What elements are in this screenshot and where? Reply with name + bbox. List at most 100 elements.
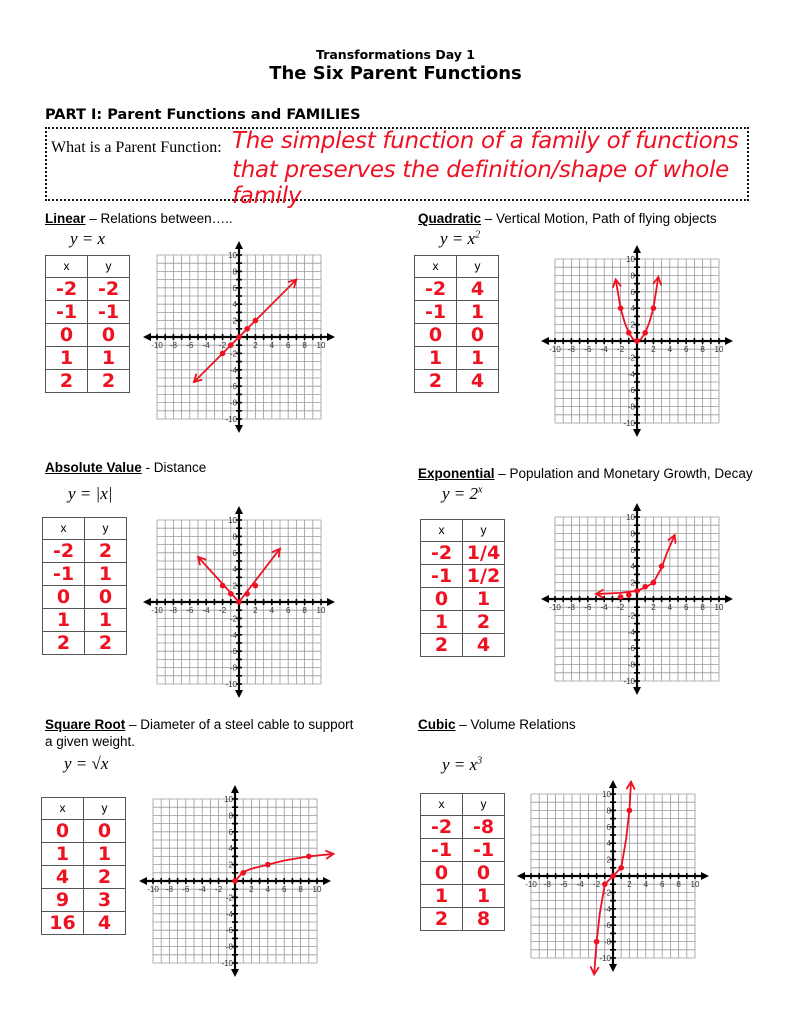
y-tick-label: 4 — [233, 565, 238, 574]
cell-x: 1 — [420, 883, 463, 908]
y-axis-arrow-down-icon — [633, 687, 641, 695]
cell-y: 2 — [84, 538, 127, 563]
cell-y: 4 — [83, 910, 126, 935]
graph-absolute-value: -10 -8 -6 -4 -2 2 4 6 8 10 10 8 6 4 2 -2 -4 -6 -8 -10 — [143, 506, 335, 698]
x-axis-arrow-left-icon — [541, 337, 549, 345]
plotted-point — [634, 588, 640, 594]
section-description: - Distance — [141, 460, 207, 475]
x-tick-label: 2 — [651, 345, 656, 354]
y-tick-label: -6 — [628, 644, 636, 653]
cell-x: 0 — [414, 322, 457, 347]
value-table-square-root: x y 0 0 1 1 4 2 9 3 16 4 — [41, 797, 126, 935]
x-tick-label: -6 — [186, 606, 194, 615]
cell-y: 3 — [83, 887, 126, 912]
x-tick-label: 4 — [270, 606, 275, 615]
x-tick-label: -8 — [544, 880, 552, 889]
table-row: -1 1/2 — [420, 563, 505, 588]
plotted-point — [650, 579, 657, 586]
y-tick-label: 10 — [602, 790, 611, 799]
equation-text: y = √x — [64, 754, 109, 773]
x-tick-label: 4 — [270, 341, 275, 350]
cell-y: -1 — [462, 837, 505, 862]
section-name: Absolute Value — [45, 460, 142, 475]
y-tick-label: 2 — [233, 317, 238, 326]
cell-x: 0 — [420, 586, 463, 611]
x-tick-label: 8 — [700, 345, 705, 354]
x-tick-label: -4 — [601, 345, 609, 354]
table-row: -1 1 — [42, 561, 127, 586]
definition-answer-line-2: that preserves the definition/shape of w… — [232, 157, 729, 209]
cell-x: 9 — [41, 887, 84, 912]
column-header-y: y — [462, 793, 505, 816]
x-tick-label: 8 — [298, 885, 303, 894]
plotted-point — [306, 853, 312, 860]
table-row: 00 — [420, 860, 505, 885]
table-row: 11 — [45, 345, 130, 370]
plotted-point — [617, 305, 624, 311]
x-tick-label: -10 — [151, 341, 163, 350]
y-tick-label: 2 — [233, 582, 238, 591]
y-tick-label: 8 — [233, 267, 238, 276]
x-tick-label: 2 — [651, 603, 656, 612]
definition-answer-line-1: The simplest function of a family of fun… — [232, 128, 739, 154]
column-header-x: x — [420, 519, 463, 542]
x-tick-label: -8 — [170, 606, 178, 615]
table-row: -1 -1 — [45, 299, 130, 324]
cell-y: 1/2 — [462, 563, 505, 588]
x-tick-label: 6 — [282, 885, 287, 894]
table-row: -1 -1 — [420, 837, 505, 862]
y-tick-label: -2 — [628, 353, 636, 362]
y-tick-label: -10 — [623, 419, 635, 428]
cell-x: 2 — [420, 632, 463, 657]
y-tick-label: -8 — [628, 403, 636, 412]
x-tick-label: -2 — [593, 880, 601, 889]
y-tick-label: -4 — [604, 905, 612, 914]
plotted-point — [642, 330, 648, 336]
cell-y: 1 — [84, 607, 127, 632]
y-tick-label: -6 — [230, 647, 238, 656]
x-axis-arrow-left-icon — [143, 598, 151, 606]
table-row: 16 4 — [41, 910, 126, 935]
plotted-point — [618, 865, 624, 871]
cell-x: 16 — [41, 910, 84, 935]
y-tick-label: -2 — [230, 349, 238, 358]
value-table-cubic: x y -2 -8 -1 -1 0 0 1 1 2 8 — [420, 793, 505, 931]
x-tick-label: -8 — [170, 341, 178, 350]
cell-x: 1 — [414, 345, 457, 370]
section-heading-square-root: Square Root – Diameter of a steel cable … — [45, 716, 353, 750]
cell-y: 1 — [462, 586, 505, 611]
plotted-point — [642, 583, 648, 590]
y-tick-label: 2 — [607, 856, 612, 865]
equation-exponent: x — [478, 484, 483, 496]
equation-text: y = x — [70, 229, 106, 248]
table-header-row: xy — [41, 797, 126, 820]
graph-linear: -10 -8 -6 -4 -2 2 4 6 8 10 10 8 6 4 2 -2 -4 -6 -8 -10 — [143, 241, 335, 433]
cell-y: 1 — [87, 345, 130, 370]
x-tick-label: -10 — [151, 606, 163, 615]
equation-absolute-value: y = |x| — [68, 484, 112, 504]
y-tick-label: 2 — [631, 579, 636, 588]
y-tick-label: -2 — [628, 611, 636, 620]
x-tick-label: 2 — [627, 880, 632, 889]
x-tick-label: -2 — [215, 885, 223, 894]
y-axis-arrow-up-icon — [609, 780, 617, 788]
plotted-point — [626, 330, 632, 336]
cell-x: -2 — [42, 538, 85, 563]
y-tick-label: 6 — [631, 546, 636, 555]
cell-y: 2 — [83, 864, 126, 889]
cell-y: 1/4 — [462, 540, 505, 565]
worksheet-subtitle: Transformations Day 1 — [316, 47, 475, 62]
cell-x: -2 — [420, 540, 463, 565]
cell-y: 4 — [462, 632, 505, 657]
x-tick-label: 6 — [286, 606, 291, 615]
y-tick-label: 4 — [229, 844, 234, 853]
x-tick-label: 10 — [317, 606, 326, 615]
cell-y: 4 — [456, 276, 499, 301]
y-axis-arrow-down-icon — [235, 690, 243, 698]
cell-x: 2 — [42, 630, 85, 655]
cell-y: 1 — [456, 299, 499, 324]
table-row: 24 — [414, 368, 499, 393]
x-tick-label: 10 — [317, 341, 326, 350]
y-tick-label: 4 — [233, 300, 238, 309]
x-tick-label: -10 — [147, 885, 159, 894]
